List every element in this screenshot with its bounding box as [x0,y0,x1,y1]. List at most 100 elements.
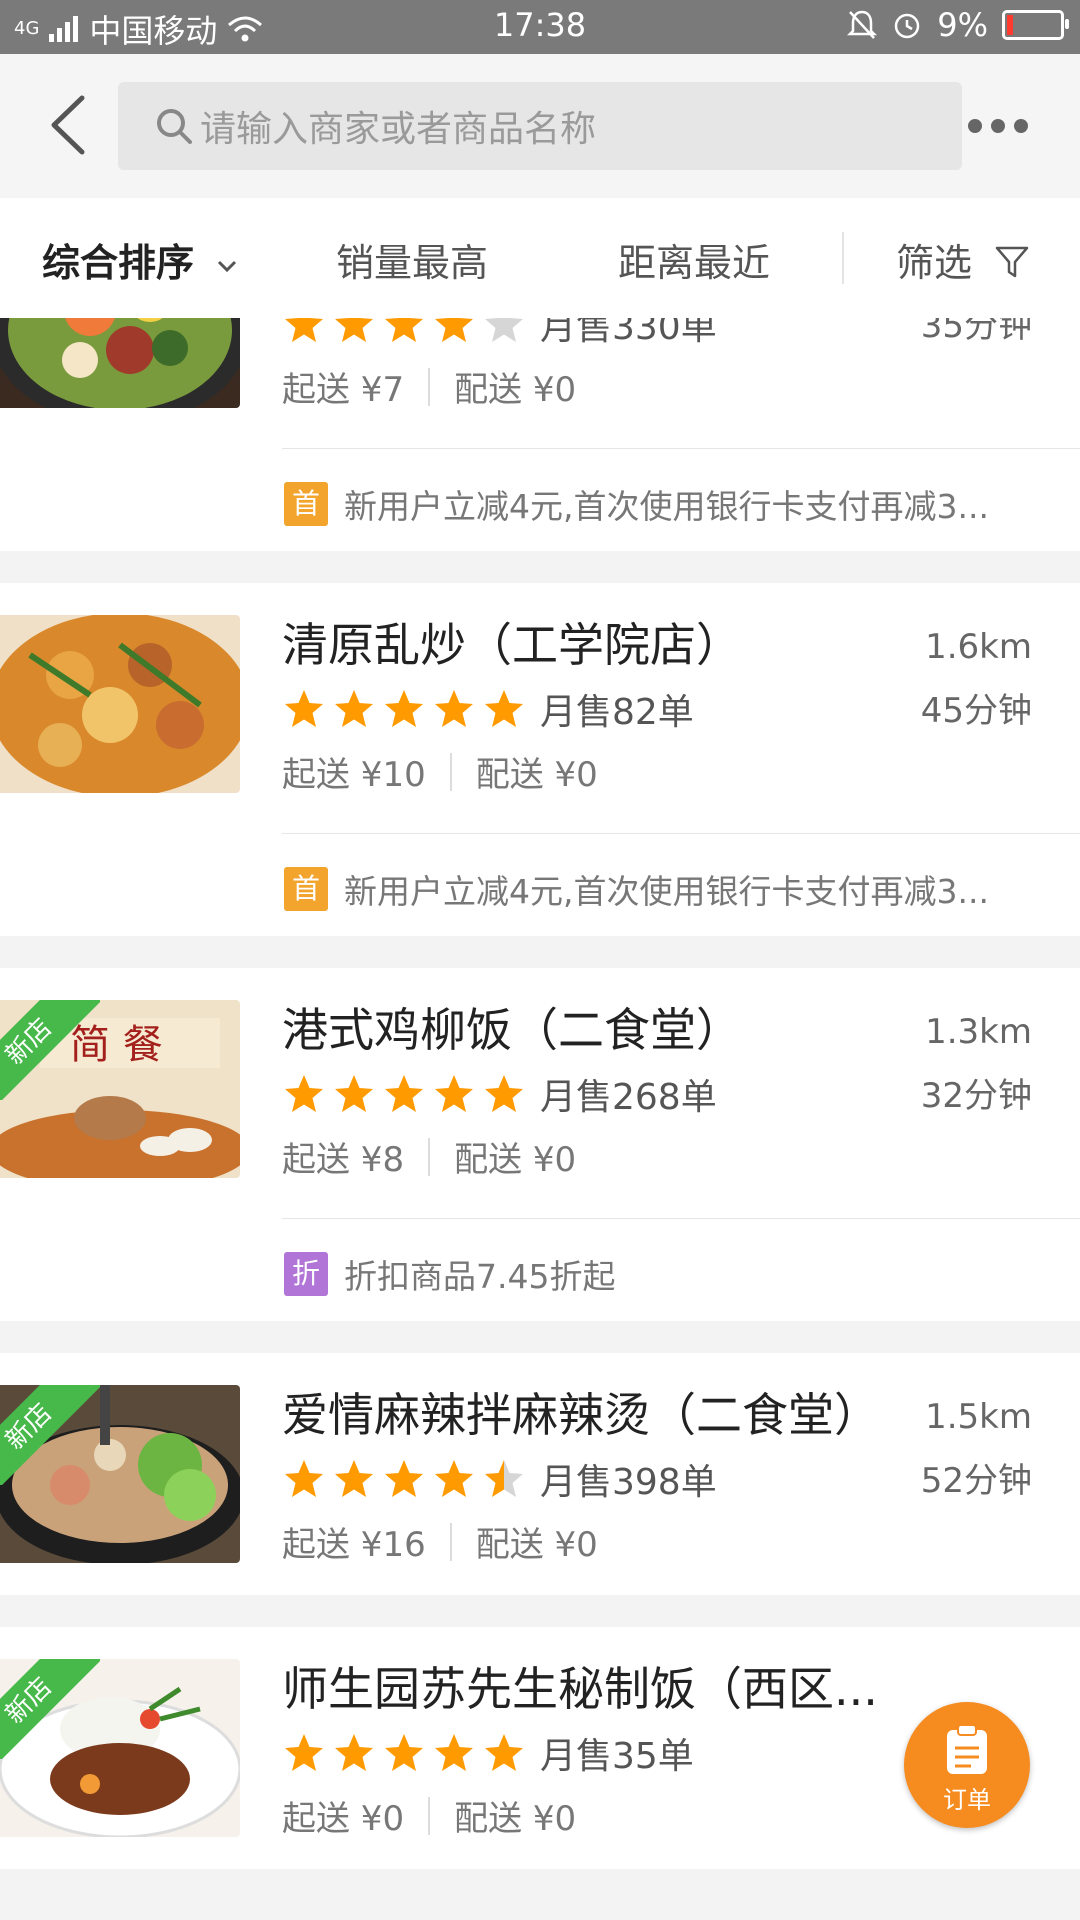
status-bar: 4G 中国移动 17:38 9% [0,0,1080,54]
distance: 1.3km [925,1012,1032,1052]
delivery-time: 35分钟 [920,318,1032,346]
min-order: 起送 ¥8 [282,1140,405,1180]
more-options-icon[interactable] [968,116,1028,136]
divider [282,833,1080,834]
tab-label: 筛选 [896,241,973,285]
delivery-time: 45分钟 [920,691,1032,731]
restaurant-card[interactable]: 简 餐新店 港式鸡柳饭（二食堂） 1.3km 月售268单 32分钟 起送 ¥8 配送 ¥0… [0,968,1080,1321]
star-filled-icon [385,318,423,342]
battery-icon [1002,10,1069,40]
restaurant-name[interactable]: 师生园苏先生秘制饭（西区... [282,1653,878,1719]
star-empty-icon [485,318,523,342]
min-order: 起送 ¥0 [282,1799,405,1839]
rating-stars [282,687,526,731]
alarm-icon [894,13,920,39]
restaurant-card[interactable]: 清原乱炒（工学院店） 1.6km 月售82单 45分钟起送 ¥10 配送 ¥0 首新用户立… [0,583,1080,936]
distance: 1.6km [925,627,1032,667]
star-filled-icon [435,1460,473,1497]
restaurant-name[interactable]: 港式鸡柳饭（二食堂） [282,994,742,1060]
star-filled-icon [435,690,473,727]
divider [282,448,1080,449]
star-filled-icon [435,1734,473,1771]
restaurant-image[interactable] [0,615,240,793]
star-filled-icon [385,1734,423,1771]
restaurant-card[interactable]: 月售330单 35分钟起送 ¥7 配送 ¥0 首新用户立减4元,首次使用银行卡支付再减… [0,318,1080,551]
back-arrow-icon[interactable] [44,94,96,156]
search-icon [157,109,192,144]
monthly-sales: 月售82单 [540,692,694,733]
star-filled-icon [285,1734,323,1771]
star-filled-icon [435,318,473,342]
fee-row: 起送 ¥16 配送 ¥0 [282,1517,598,1566]
promo-tag: 折 [284,1252,328,1296]
delivery-fee: 配送 ¥0 [454,1799,577,1839]
fee-row: 起送 ¥8 配送 ¥0 [282,1132,576,1181]
divider [449,1522,452,1561]
star-filled-icon [335,690,373,727]
star-filled-icon [385,1075,423,1112]
divider [842,232,844,284]
divider [449,752,452,791]
min-order: 起送 ¥10 [282,755,426,795]
restaurant-name[interactable]: 清原乱炒（工学院店） [282,609,742,675]
fee-row: 起送 ¥7 配送 ¥0 [282,362,576,411]
rating-stars [282,1072,526,1116]
restaurant-card[interactable]: 新店 爱情麻辣拌麻辣烫（二食堂） 1.5km 月售398单 52分钟起送 ¥16 配送 ¥… [0,1353,1080,1595]
rating-stars [282,1457,526,1501]
star-filled-icon [285,690,323,727]
promotion-row[interactable]: 首新用户立减4元,首次使用银行卡支付再减3... [284,865,989,913]
promo-text: 新用户立减4元,首次使用银行卡支付再减3... [344,872,989,911]
promo-text: 折扣商品7.45折起 [344,1257,616,1296]
promotion-row[interactable]: 折折扣商品7.45折起 [284,1250,615,1298]
tab-nearest[interactable]: 距离最近 [618,232,770,287]
restaurant-list[interactable]: 月售330单 35分钟 起送 ¥7 配送 ¥0 首新用户立减4元,首次使用银行卡支付再减… [0,318,1080,1920]
star-filled-icon [485,690,523,727]
promo-tag: 首 [284,867,328,911]
star-filled-icon [335,1460,373,1497]
star-filled-icon [485,1734,523,1771]
divider [428,1137,431,1176]
search-placeholder: 请输入商家或者商品名称 [200,109,597,150]
fee-row: 起送 ¥10 配送 ¥0 [282,747,598,796]
tab-comprehensive-sort[interactable]: 综合排序 [42,232,239,287]
delivery-fee: 配送 ¥0 [454,1140,577,1180]
orders-label: 订单 [943,1786,991,1814]
divider [428,367,431,406]
battery-percent: 9% [937,6,988,44]
new-store-badge: 新店 [0,1000,100,1100]
monthly-sales: 月售330单 [540,318,717,348]
top-bar: 请输入商家或者商品名称 [0,54,1080,199]
tab-label: 综合排序 [42,241,195,285]
new-store-badge: 新店 [0,1385,100,1485]
star-filled-icon [335,318,373,342]
tab-filter[interactable]: 筛选 [896,232,1030,287]
delivery-time: 52分钟 [920,1461,1032,1501]
divider [428,1796,431,1835]
promo-text: 新用户立减4元,首次使用银行卡支付再减3... [344,487,989,526]
min-order: 起送 ¥7 [282,370,405,410]
distance: 1.5km [925,1397,1032,1437]
restaurant-image[interactable] [0,318,240,408]
chevron-down-icon [218,260,237,273]
star-filled-icon [485,1075,523,1112]
rating-stars [282,1731,526,1775]
delivery-fee: 配送 ¥0 [475,1525,598,1565]
restaurant-name[interactable]: 爱情麻辣拌麻辣烫（二食堂） [282,1379,880,1445]
filter-icon [995,246,1029,278]
fee-row: 起送 ¥0 配送 ¥0 [282,1791,576,1840]
sort-bar: 综合排序 销量最高 距离最近 筛选 [0,198,1080,319]
star-filled-icon [285,1075,323,1112]
min-order: 起送 ¥16 [282,1525,426,1565]
tab-top-sales[interactable]: 销量最高 [336,232,488,287]
search-input[interactable]: 请输入商家或者商品名称 [118,82,962,170]
star-filled-icon [335,1075,373,1112]
monthly-sales: 月售398单 [540,1462,717,1503]
star-filled-icon [435,1075,473,1112]
star-filled-icon [335,1734,373,1771]
delivery-time: 32分钟 [920,1076,1032,1116]
promotion-row[interactable]: 首新用户立减4元,首次使用银行卡支付再减3... [284,480,989,528]
promo-tag: 首 [284,482,328,526]
orders-button[interactable]: 订单 [904,1702,1030,1828]
star-filled-icon [285,1460,323,1497]
mute-bell-icon [847,10,878,39]
